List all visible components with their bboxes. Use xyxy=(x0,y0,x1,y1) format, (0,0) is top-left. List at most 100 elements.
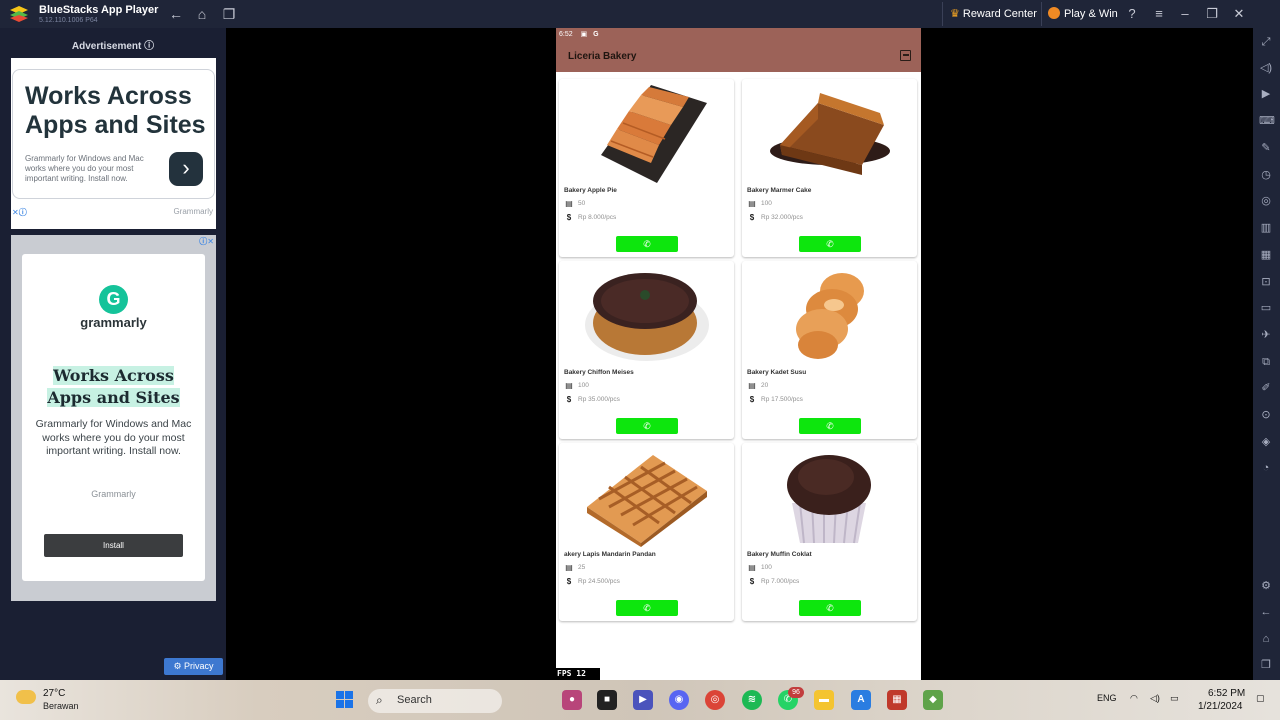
call-button[interactable]: ✆ xyxy=(799,418,861,434)
product-card[interactable]: Bakery Muffin Coklat ▤ 100 $ Rp 7.000/pcs … xyxy=(742,443,917,621)
adchoices-icon[interactable]: ⓘ✕ xyxy=(199,236,214,246)
settings-icon[interactable]: ⚙ xyxy=(1259,579,1273,593)
privacy-button[interactable]: ⚙ Privacy xyxy=(164,658,223,675)
call-button[interactable]: ✆ xyxy=(799,236,861,252)
logout-icon[interactable] xyxy=(900,50,911,61)
muffin-coklat-image xyxy=(787,455,871,544)
call-button[interactable]: ✆ xyxy=(616,236,678,252)
price-value: Rp 24.500/pcs xyxy=(578,578,620,585)
cake-stock-icon: ▤ xyxy=(748,381,756,390)
price-row: $ Rp 32.000/pcs xyxy=(747,213,803,223)
keyboard-icon[interactable]: ⌨ xyxy=(1259,114,1275,128)
taskbar-search[interactable]: ⌕ Search xyxy=(368,689,502,713)
product-card[interactable]: akery Lapis Mandarin Pandan ▤ 25 $ Rp 24.5… xyxy=(559,443,734,621)
wifi-icon[interactable]: ◠ xyxy=(1130,693,1138,704)
multi-instance-icon[interactable]: ⧉ xyxy=(1259,355,1273,369)
reward-center-button[interactable]: ♛ Reward Center xyxy=(950,5,1037,23)
fps-counter: FPS 12 xyxy=(556,668,600,680)
stock-row: ▤ 25 xyxy=(564,563,585,573)
chevron-right-icon[interactable]: › xyxy=(169,152,203,186)
ad-headline: Works Across Apps and Sites xyxy=(25,82,206,139)
cake-stock-icon: ▤ xyxy=(565,199,573,208)
eco-mode-icon[interactable]: ✐ xyxy=(1259,381,1273,395)
controller-icon[interactable]: ✎ xyxy=(1259,141,1273,155)
advertisement-panel: Advertisement ⓘ Works Across Apps and Si… xyxy=(0,28,226,680)
restore-icon[interactable]: ❐ xyxy=(1202,4,1222,24)
spotify-icon[interactable]: ≋ xyxy=(742,690,762,710)
app-icon[interactable]: ● xyxy=(562,690,582,710)
stock-row: ▤ 100 xyxy=(564,381,589,391)
phone-icon: ✆ xyxy=(826,603,834,613)
chrome-icon[interactable]: ◎ xyxy=(705,690,725,710)
app-title: Liceria Bakery xyxy=(568,51,637,62)
menu-icon[interactable]: ≡ xyxy=(1149,4,1169,24)
help-icon[interactable]: ? xyxy=(1122,4,1142,24)
video-call-icon[interactable]: ▶ xyxy=(633,690,653,710)
product-card[interactable]: Bakery Marmer Cake ▤ 100 $ Rp 32.000/pcs ✆ xyxy=(742,79,917,257)
play-win-button[interactable]: Play & Win xyxy=(1048,5,1118,23)
install-button[interactable]: Install xyxy=(44,534,183,557)
call-button[interactable]: ✆ xyxy=(616,600,678,616)
close-icon[interactable]: ✕ xyxy=(1229,4,1249,24)
call-button[interactable]: ✆ xyxy=(799,600,861,616)
record-icon[interactable]: ◎ xyxy=(1259,194,1273,208)
bluestacks-logo-icon xyxy=(10,6,28,22)
search-icon: ⌕ xyxy=(376,693,383,707)
app-bar: Liceria Bakery xyxy=(556,41,921,72)
battery-icon[interactable]: ▭ xyxy=(1170,693,1179,704)
media-icon[interactable]: ▶ xyxy=(1259,87,1273,101)
coin-icon xyxy=(1048,7,1060,19)
phone-icon: ✆ xyxy=(643,421,651,431)
recent-apps-icon[interactable]: ❐ xyxy=(1259,658,1273,672)
multi-instance-icon[interactable]: ❐ xyxy=(221,5,237,23)
folder-icon[interactable]: ▭ xyxy=(1259,301,1273,315)
airplane-icon[interactable]: ✈ xyxy=(1259,328,1273,342)
apk-icon[interactable]: ▦ xyxy=(1259,248,1273,262)
product-name: Bakery Kadet Susu xyxy=(747,369,807,376)
price-row: $ Rp 8.000/pcs xyxy=(564,213,617,223)
back-icon[interactable]: ← xyxy=(1259,605,1273,619)
weather-status[interactable]: Berawan xyxy=(43,701,79,711)
notification-center-icon[interactable]: ▢ xyxy=(1256,693,1265,704)
stock-row: ▤ 20 xyxy=(747,381,768,391)
ad-card[interactable]: Works Across Apps and Sites Grammarly fo… xyxy=(12,69,215,199)
layers-icon[interactable]: ◈ xyxy=(1259,435,1273,449)
product-card[interactable]: Bakery Kadet Susu ▤ 20 $ Rp 17.500/pcs ✆ xyxy=(742,261,917,439)
fullscreen-icon[interactable]: ⤢ xyxy=(1259,35,1273,49)
home-icon[interactable]: ⌂ xyxy=(1259,632,1273,646)
rotate-icon[interactable]: ◷ xyxy=(1259,168,1273,182)
file-icon[interactable]: ■ xyxy=(597,690,617,710)
product-card[interactable]: Bakery Chiffon Meises ▤ 100 $ Rp 35.000/pc… xyxy=(559,261,734,439)
phone-icon: ✆ xyxy=(643,239,651,249)
cake-stock-icon: ▤ xyxy=(748,199,756,208)
volume-icon[interactable]: ◁) xyxy=(1259,61,1273,75)
speaker-icon[interactable]: ◁) xyxy=(1150,693,1160,704)
ad-card[interactable]: G grammarly Works Across Apps and Sites … xyxy=(22,254,205,581)
cake-stock-icon: ▤ xyxy=(565,381,573,390)
screenshot-icon[interactable]: ⊡ xyxy=(1259,275,1273,289)
temperature[interactable]: 27°C xyxy=(43,688,65,699)
macro-icon[interactable]: ▥ xyxy=(1259,221,1273,235)
file-explorer-icon[interactable]: ▬ xyxy=(814,690,834,710)
bluestacks-taskbar-icon[interactable]: ◆ xyxy=(923,690,943,710)
clock-date[interactable]: 1/21/2024 xyxy=(1198,701,1243,712)
adchoices-icon[interactable]: ✕ⓘ xyxy=(12,207,27,217)
product-card[interactable]: Bakery Apple Pie ▤ 50 $ Rp 8.000/pcs ✆ xyxy=(559,79,734,257)
store-icon[interactable]: A xyxy=(851,690,871,710)
home-icon[interactable]: ⌂ xyxy=(194,5,210,23)
call-button[interactable]: ✆ xyxy=(616,418,678,434)
location-icon[interactable]: ⊙ xyxy=(1259,408,1273,422)
weather-cloudy-icon[interactable] xyxy=(16,690,36,704)
discord-icon[interactable]: ◉ xyxy=(669,690,689,710)
language-indicator[interactable]: ENG xyxy=(1097,693,1117,703)
minimize-icon[interactable]: – xyxy=(1175,4,1195,24)
sync-icon[interactable]: ◔ xyxy=(1259,461,1273,475)
price-value: Rp 7.000/pcs xyxy=(761,578,800,585)
office-icon[interactable]: ▦ xyxy=(887,690,907,710)
large-ad[interactable]: ⓘ✕ G grammarly Works Across Apps and Sit… xyxy=(11,235,216,601)
android-screen: 6:52 ▣ G Liceria Bakery Bakery Apple Pie… xyxy=(556,28,921,680)
clock-time[interactable]: 6:52 PM xyxy=(1208,688,1245,699)
banner-ad[interactable]: Works Across Apps and Sites Grammarly fo… xyxy=(11,58,216,229)
windows-start-icon[interactable] xyxy=(336,691,353,708)
back-icon[interactable]: ← xyxy=(168,5,184,23)
